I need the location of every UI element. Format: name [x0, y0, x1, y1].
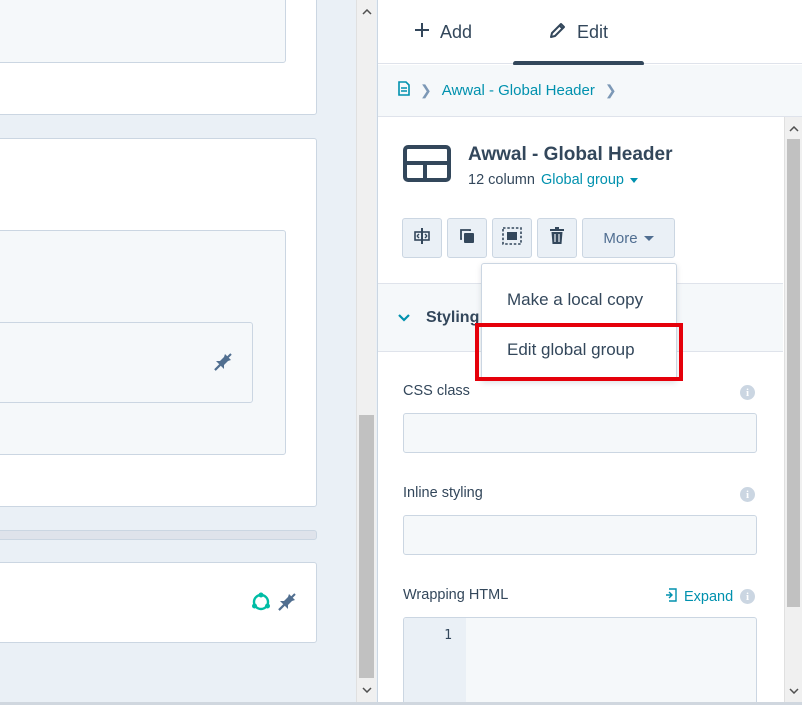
split-button[interactable] [402, 218, 442, 258]
tab-add-label: Add [440, 21, 473, 42]
page-icon[interactable] [398, 81, 410, 100]
breadcrumb: ❯ Awwal - Global Header ❯ [378, 65, 802, 117]
styling-section-label: Styling [426, 308, 480, 326]
scrollbar-thumb[interactable] [787, 139, 800, 607]
trash-icon [550, 227, 564, 249]
canvas-scrollbar[interactable] [356, 0, 376, 705]
select-button[interactable] [492, 218, 532, 258]
line-number: 1 [444, 628, 452, 643]
pin-off-icon[interactable] [276, 591, 298, 613]
select-all-icon [502, 226, 522, 250]
pin-off-icon[interactable] [212, 351, 234, 373]
scroll-up-arrow[interactable] [357, 4, 376, 20]
scroll-up-arrow[interactable] [785, 121, 802, 137]
info-icon[interactable]: i [740, 589, 755, 604]
scroll-down-arrow[interactable] [785, 683, 802, 699]
inline-styling-label: Inline styling [403, 485, 483, 501]
sidebar-tabs: Add Edit [378, 0, 802, 66]
global-group-link[interactable]: Global group [541, 172, 624, 188]
copy-icon [459, 228, 475, 249]
module-columns: 12 column [468, 172, 535, 188]
tab-edit[interactable]: Edit [513, 0, 644, 66]
menu-item-make-local-copy[interactable]: Make a local copy [507, 290, 643, 310]
module-toolbar: More [402, 218, 675, 258]
wrapping-html-label: Wrapping HTML [403, 587, 509, 603]
caret-down-icon[interactable] [629, 177, 638, 183]
clone-button[interactable] [447, 218, 487, 258]
chevron-right-icon: ❯ [604, 82, 617, 98]
editor-canvas[interactable] [0, 0, 356, 705]
module-subtitle: 12 column Global group [468, 172, 638, 188]
module-title: Awwal - Global Header [468, 144, 673, 165]
canvas-card-bottom[interactable] [0, 562, 317, 643]
canvas-divider-bar [0, 530, 317, 540]
sidebar-scrollbar[interactable] [784, 117, 802, 705]
expand-button[interactable]: Expand [665, 588, 733, 606]
tab-edit-label: Edit [576, 21, 609, 42]
expand-icon [665, 588, 677, 606]
inline-styling-input[interactable] [403, 515, 757, 555]
wrapping-html-editor[interactable]: 1 [403, 617, 757, 705]
tab-add[interactable]: Add [414, 0, 472, 64]
split-icon [413, 227, 431, 250]
scrollbar-thumb[interactable] [359, 415, 374, 678]
delete-button[interactable] [537, 218, 577, 258]
global-group-icon [250, 591, 272, 613]
caret-down-icon [643, 235, 654, 241]
line-numbers: 1 [404, 618, 466, 705]
css-class-label: CSS class [403, 383, 470, 399]
canvas-card-top-inner[interactable] [0, 0, 286, 63]
info-icon[interactable]: i [740, 385, 755, 400]
plus-icon [414, 22, 430, 43]
pencil-icon [549, 21, 567, 44]
more-label: More [603, 229, 638, 247]
more-dropdown-button[interactable]: More [582, 218, 675, 258]
highlight-box [475, 323, 683, 381]
chevron-right-icon: ❯ [420, 82, 432, 98]
canvas-module[interactable] [0, 322, 253, 403]
expand-label: Expand [684, 589, 734, 605]
breadcrumb-link[interactable]: Awwal - Global Header [442, 82, 595, 99]
scroll-down-arrow[interactable] [357, 682, 376, 698]
layout-columns-icon [403, 145, 451, 182]
chevron-down-icon [398, 309, 410, 327]
info-icon[interactable]: i [740, 487, 755, 502]
module-header: Awwal - Global Header 12 column Global g… [378, 118, 783, 283]
css-class-input[interactable] [403, 413, 757, 453]
